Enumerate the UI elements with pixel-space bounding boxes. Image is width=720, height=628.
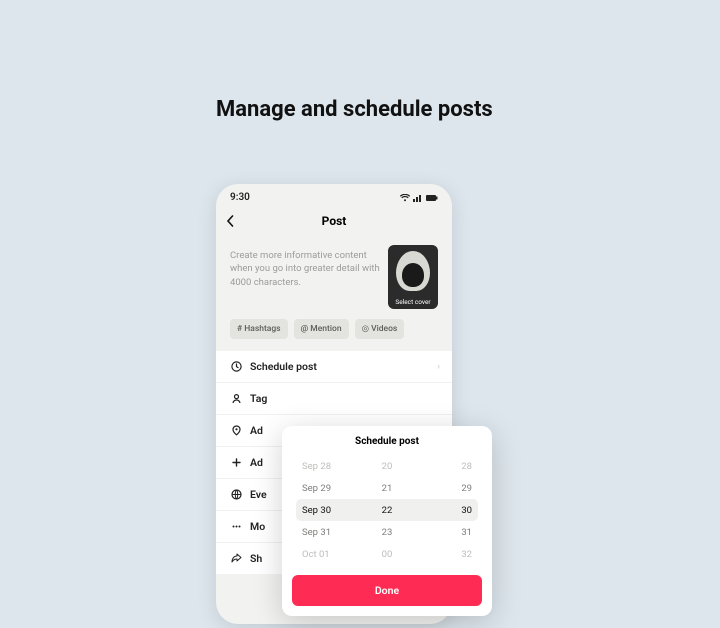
post-header: Post bbox=[216, 207, 452, 235]
signal-icon bbox=[413, 194, 423, 202]
more-label: Mo bbox=[250, 520, 265, 533]
picker-row[interactable]: Oct 010032 bbox=[296, 543, 478, 565]
done-button[interactable]: Done bbox=[292, 575, 482, 606]
chevron-right-icon: › bbox=[437, 362, 440, 372]
date-picker[interactable]: Sep 282028 Sep 292129 Sep 302230 Sep 312… bbox=[282, 455, 492, 565]
chevron-left-icon bbox=[226, 215, 234, 227]
status-time: 9:30 bbox=[230, 192, 250, 203]
visibility-label: Eve bbox=[250, 488, 267, 501]
cover-thumbnail[interactable]: Select cover bbox=[388, 245, 438, 309]
battery-icon bbox=[426, 194, 438, 202]
wifi-icon bbox=[400, 194, 410, 202]
plus-icon bbox=[230, 457, 242, 468]
select-cover-label: Select cover bbox=[388, 298, 438, 306]
composer: Create more informative content when you… bbox=[216, 235, 452, 309]
mention-chip[interactable]: @ Mention bbox=[294, 319, 349, 339]
clock-icon bbox=[230, 361, 242, 372]
tag-people-row[interactable]: Tag bbox=[216, 382, 452, 414]
post-title: Post bbox=[216, 214, 452, 228]
page-heading: Manage and schedule posts bbox=[216, 96, 493, 124]
schedule-popup: Schedule post Sep 282028 Sep 292129 Sep … bbox=[282, 426, 492, 616]
share-icon bbox=[230, 553, 242, 564]
status-icons bbox=[400, 194, 438, 202]
location-icon bbox=[230, 425, 242, 436]
more-icon bbox=[230, 521, 242, 532]
share-label: Sh bbox=[250, 552, 262, 565]
person-icon bbox=[230, 393, 242, 404]
picker-row-selected[interactable]: Sep 302230 bbox=[296, 499, 478, 521]
picker-row[interactable]: Sep 312331 bbox=[296, 521, 478, 543]
add-location-label: Ad bbox=[250, 424, 263, 437]
status-bar: 9:30 bbox=[216, 184, 452, 207]
picker-row[interactable]: Sep 282028 bbox=[296, 455, 478, 477]
tag-label: Tag bbox=[250, 392, 267, 405]
schedule-post-row[interactable]: Schedule post › bbox=[216, 351, 452, 382]
popup-title: Schedule post bbox=[282, 436, 492, 447]
picker-row[interactable]: Sep 292129 bbox=[296, 477, 478, 499]
add-link-label: Ad bbox=[250, 456, 263, 469]
hashtags-chip[interactable]: # Hashtags bbox=[230, 319, 288, 339]
back-button[interactable] bbox=[226, 215, 234, 227]
schedule-label: Schedule post bbox=[250, 360, 317, 373]
globe-icon bbox=[230, 489, 242, 500]
chip-row: # Hashtags @ Mention ◎ Videos bbox=[216, 309, 452, 351]
caption-input[interactable]: Create more informative content when you… bbox=[230, 245, 380, 309]
videos-chip[interactable]: ◎ Videos bbox=[355, 319, 405, 339]
